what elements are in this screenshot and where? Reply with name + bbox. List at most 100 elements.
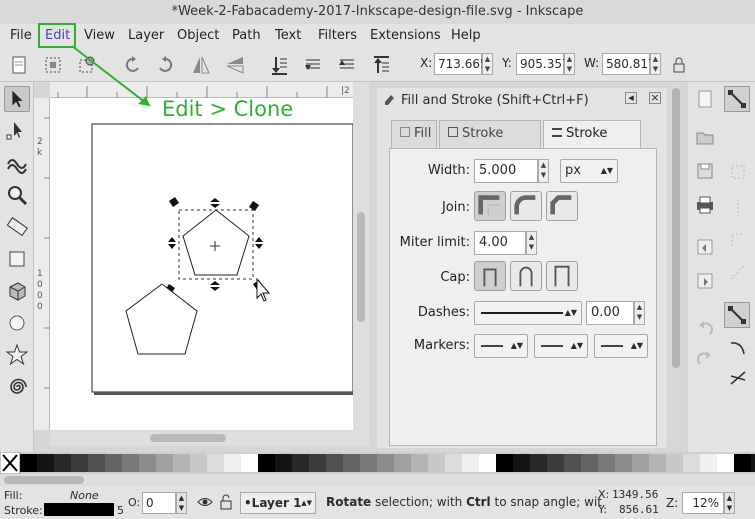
palette-swatch[interactable] <box>734 454 751 472</box>
snap-bbox-icon[interactable] <box>728 162 748 182</box>
round-join-button[interactable] <box>510 191 542 221</box>
redo-icon[interactable] <box>694 348 716 370</box>
palette-swatch[interactable] <box>173 454 190 472</box>
palette-swatch[interactable] <box>105 454 122 472</box>
palette-swatch[interactable] <box>122 454 139 472</box>
lower-icon[interactable] <box>302 54 324 76</box>
collapse-icon[interactable]: ◂ <box>625 92 637 104</box>
palette-swatch[interactable] <box>207 454 224 472</box>
close-icon[interactable]: × <box>649 92 661 104</box>
bevel-join-button[interactable] <box>546 191 578 221</box>
drawing-canvas[interactable] <box>50 98 353 430</box>
undo-icon[interactable] <box>694 318 716 340</box>
palette-swatch[interactable] <box>326 454 343 472</box>
snap-nodes-button[interactable] <box>724 302 750 328</box>
stroke-width-spinner[interactable]: ▲ ▼ <box>538 159 549 183</box>
palette-scrollbar[interactable] <box>0 474 755 486</box>
palette-swatch[interactable] <box>309 454 326 472</box>
tab-stroke-style[interactable]: Stroke style <box>543 120 641 167</box>
3d-box-tool-icon[interactable] <box>4 278 30 304</box>
palette-swatch[interactable] <box>37 454 54 472</box>
vertical-ruler[interactable]: 2 k 1 0 0 0 <box>34 98 50 430</box>
dash-offset-spinner[interactable]: ▲ ▼ <box>634 301 645 325</box>
palette-swatch[interactable] <box>190 454 207 472</box>
y-input[interactable]: 905.357 <box>516 53 570 75</box>
palette-swatch[interactable] <box>547 454 564 472</box>
palette-swatch[interactable] <box>598 454 615 472</box>
mid-marker-select[interactable]: ▲▼ <box>534 334 588 358</box>
w-input[interactable]: 580.817 <box>602 53 656 75</box>
x-input[interactable]: 713.665 <box>434 53 488 75</box>
menu-extensions[interactable]: Extensions <box>370 27 441 45</box>
palette-swatch[interactable] <box>479 454 496 472</box>
palette-swatch[interactable] <box>88 454 105 472</box>
spiral-tool-icon[interactable] <box>4 374 30 400</box>
raise-icon[interactable] <box>336 54 358 76</box>
snap-bbox-edge-icon[interactable] <box>728 197 748 217</box>
measure-tool-icon[interactable] <box>4 214 30 240</box>
zoom-input[interactable]: 12% <box>682 492 724 514</box>
menu-file[interactable]: File <box>10 27 32 45</box>
flip-horizontal-icon[interactable] <box>190 54 212 76</box>
stroke-width-input[interactable]: 5.000 <box>474 159 538 183</box>
dash-offset-input[interactable]: 0.00 <box>586 301 634 325</box>
star-tool-icon[interactable] <box>4 342 30 368</box>
selector-tool-icon[interactable] <box>4 86 30 112</box>
menu-path[interactable]: Path <box>232 27 261 45</box>
rectangle-tool-icon[interactable] <box>4 246 30 272</box>
miter-limit-input[interactable]: 4.00 <box>474 231 526 255</box>
lock-icon[interactable] <box>672 54 686 76</box>
opacity-spinner[interactable]: ▲ ▼ <box>176 492 187 514</box>
raise-to-top-icon[interactable] <box>370 54 392 76</box>
node-tool-icon[interactable] <box>4 118 30 144</box>
export-icon[interactable] <box>694 270 716 292</box>
palette-swatch[interactable] <box>751 454 755 472</box>
palette-swatch[interactable] <box>428 454 445 472</box>
palette-swatch[interactable] <box>71 454 88 472</box>
palette-swatch[interactable] <box>292 454 309 472</box>
end-marker-select[interactable]: ▲▼ <box>594 334 648 358</box>
round-cap-button[interactable] <box>510 261 542 291</box>
menu-help[interactable]: Help <box>451 27 481 45</box>
palette-swatch[interactable] <box>581 454 598 472</box>
palette-swatch[interactable] <box>224 454 241 472</box>
x-spinner[interactable]: ▲ ▼ <box>482 53 493 75</box>
menu-text[interactable]: Text <box>275 27 301 45</box>
menu-filters[interactable]: Filters <box>318 27 357 45</box>
tab-stroke-paint[interactable]: Stroke paint <box>439 120 541 167</box>
palette-swatch[interactable] <box>20 454 37 472</box>
ellipse-tool-icon[interactable] <box>4 310 30 336</box>
palette-swatch[interactable] <box>139 454 156 472</box>
palette-swatch[interactable] <box>717 454 734 472</box>
dash-pattern-select[interactable]: ▲▼ <box>474 301 582 325</box>
color-palette[interactable] <box>0 451 755 475</box>
lower-to-bottom-icon[interactable] <box>268 54 290 76</box>
snap-midpoint-icon[interactable] <box>728 262 748 282</box>
palette-swatch[interactable] <box>564 454 581 472</box>
palette-swatch[interactable] <box>343 454 360 472</box>
palette-swatch[interactable] <box>513 454 530 472</box>
palette-swatch[interactable] <box>54 454 71 472</box>
snap-intersection-icon[interactable] <box>728 368 748 388</box>
dock-scrollbar[interactable] <box>670 82 682 446</box>
palette-swatch[interactable] <box>649 454 666 472</box>
y-spinner[interactable]: ▲ ▼ <box>564 53 575 75</box>
start-marker-select[interactable]: ▲▼ <box>474 334 528 358</box>
canvas-vertical-scrollbar[interactable] <box>353 82 369 446</box>
palette-swatch[interactable] <box>615 454 632 472</box>
palette-swatch[interactable] <box>258 454 275 472</box>
zoom-spinner[interactable]: ▲ ▼ <box>724 492 735 514</box>
palette-swatch[interactable] <box>683 454 700 472</box>
miter-join-button[interactable] <box>474 191 506 221</box>
palette-swatch[interactable] <box>411 454 428 472</box>
palette-swatch[interactable] <box>445 454 462 472</box>
menu-object[interactable]: Object <box>177 27 219 45</box>
tweak-tool-icon[interactable] <box>4 150 30 176</box>
stroke-unit-select[interactable]: px ▲▼ <box>560 159 618 183</box>
opacity-input[interactable]: 0 <box>142 492 176 514</box>
square-cap-button[interactable] <box>546 261 578 291</box>
butt-cap-button[interactable] <box>474 261 506 291</box>
palette-swatch[interactable] <box>462 454 479 472</box>
tab-fill[interactable]: Fill <box>391 120 437 148</box>
print-icon[interactable] <box>694 194 716 216</box>
